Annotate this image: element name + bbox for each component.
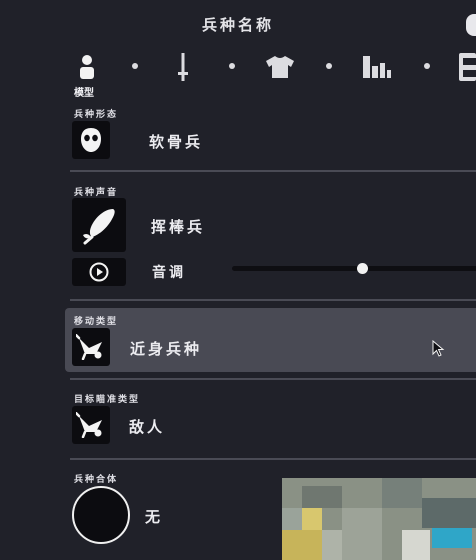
pitch-slider[interactable] — [232, 266, 476, 271]
tab-stats[interactable] — [360, 50, 394, 84]
tab-separator-dot — [229, 63, 235, 69]
mask-icon — [72, 121, 110, 159]
wheelbarrow-icon — [72, 328, 110, 366]
section-label-movement: 移动类型 — [74, 317, 119, 327]
stats-icon — [363, 56, 391, 78]
sound-value: 挥棒兵 — [151, 218, 206, 236]
divider — [70, 170, 476, 172]
movement-selector[interactable]: 近身兵种 — [72, 328, 452, 366]
tab-separator-dot — [132, 63, 138, 69]
sword-icon — [178, 53, 188, 81]
mouse-cursor-icon — [432, 340, 445, 357]
shape-selector[interactable]: 软骨兵 — [72, 121, 372, 159]
divider — [70, 299, 476, 301]
tab-weapon[interactable] — [166, 50, 200, 84]
section-label-target: 目标瞄准类型 — [74, 395, 141, 405]
section-label-sound: 兵种声音 — [74, 188, 119, 198]
blurred-preview-thumbnail — [282, 478, 476, 560]
target-selector[interactable]: 敌人 — [72, 406, 372, 444]
tab-clothing[interactable] — [263, 50, 297, 84]
tab-save[interactable] — [456, 50, 476, 84]
pitch-label: 音调 — [152, 265, 186, 281]
divider — [70, 458, 476, 460]
page-title: 兵种名称 — [201, 16, 274, 34]
pitch-slider-thumb[interactable] — [356, 263, 368, 274]
shirt-icon — [266, 56, 294, 78]
section-label-shape: 兵种形态 — [74, 110, 119, 120]
shape-value: 软骨兵 — [149, 133, 204, 151]
target-value: 敌人 — [129, 418, 166, 436]
person-icon — [80, 55, 94, 79]
tab-model-label: 模型 — [74, 88, 94, 99]
window-edge — [466, 14, 476, 36]
divider — [70, 378, 476, 380]
combo-selector[interactable] — [72, 486, 130, 544]
movement-value: 近身兵种 — [130, 340, 203, 358]
tab-separator-dot — [424, 63, 430, 69]
save-icon — [459, 53, 476, 81]
tab-separator-dot — [326, 63, 332, 69]
section-label-combo: 兵种合体 — [74, 475, 119, 485]
tab-model[interactable] — [70, 50, 104, 84]
wheelbarrow-icon — [72, 406, 110, 444]
combo-value: 无 — [145, 508, 164, 526]
play-icon[interactable] — [72, 258, 126, 286]
feather-icon — [72, 198, 126, 252]
sound-selector[interactable]: 挥棒兵 — [72, 198, 372, 252]
